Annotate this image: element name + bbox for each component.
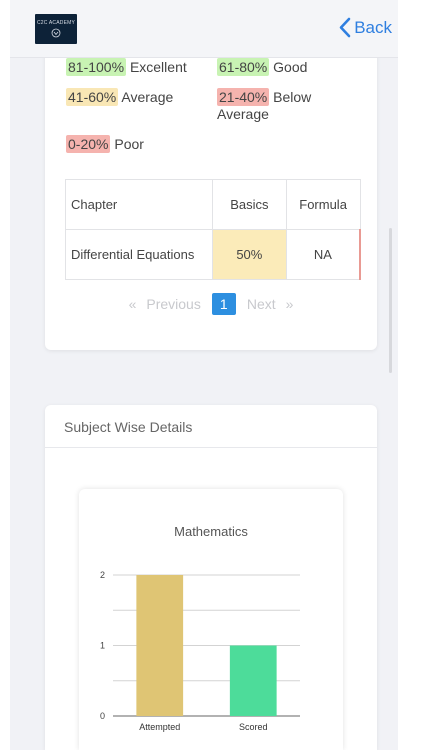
chart-bar-scored	[229, 645, 277, 716]
back-button[interactable]: Back	[338, 17, 392, 38]
chart-bar-attempted	[136, 575, 184, 716]
top-navbar: C2C ACADEMY Back	[10, 0, 398, 58]
page-scrollbar[interactable]	[389, 228, 392, 373]
subject-details-card: Subject Wise Details Mathematics 0 1 2 Attem…	[45, 405, 377, 750]
x-tick-label: Attempted	[139, 722, 180, 732]
chapter-table: Chapter Basics Formula Differential Equa…	[64, 179, 361, 280]
table-row: Differential Equations 50% NA	[64, 229, 361, 280]
legend-good: 61-80% Good	[217, 58, 308, 76]
table-header: Chapter	[64, 179, 214, 230]
y-tick-label: 0	[100, 711, 105, 721]
legend-range: 21-40%	[217, 88, 270, 106]
legend-poor: 0-20% Poor	[66, 135, 144, 153]
legend-below-average: 21-40% Below Average	[217, 88, 337, 123]
card-title: Subject Wise Details	[64, 419, 193, 435]
legend-range: 61-80%	[217, 58, 270, 76]
logo: C2C ACADEMY	[35, 14, 77, 44]
pagination-next[interactable]: Next	[247, 296, 276, 312]
pagination-first[interactable]: «	[129, 296, 137, 312]
y-tick-label: 2	[100, 570, 105, 580]
pagination-last[interactable]: »	[286, 296, 294, 312]
bar-chart: Mathematics 0 1 2 Attempted Scored	[100, 524, 300, 732]
table-header: Basics	[212, 179, 287, 230]
performance-card: 81-100% Excellent 61-80% Good 41-60% Ave…	[45, 40, 377, 350]
pagination: « Previous 1 Next »	[45, 293, 377, 315]
legend-label: Good	[273, 59, 308, 75]
card-divider	[45, 447, 377, 448]
legend-average: 41-60% Average	[66, 88, 174, 106]
table-header-row: Chapter Basics Formula	[64, 179, 361, 230]
legend-range: 41-60%	[66, 88, 119, 106]
legend-range: 0-20%	[66, 135, 111, 153]
chevron-left-icon	[339, 17, 351, 38]
pagination-current-page[interactable]: 1	[211, 293, 236, 315]
pagination-previous[interactable]: Previous	[146, 296, 200, 312]
table-header: Formula	[285, 179, 361, 230]
y-tick-label: 1	[100, 641, 105, 651]
logo-text: C2C ACADEMY	[36, 20, 76, 26]
legend-label: Excellent	[129, 59, 187, 75]
table-cell-formula: NA	[285, 229, 361, 280]
legend-label: Poor	[114, 136, 144, 152]
chart-container: Mathematics 0 1 2 Attempted Scored	[79, 489, 343, 750]
table-cell-basics: 50%	[212, 229, 287, 280]
logo-crest-icon	[51, 28, 61, 38]
legend-label: Average	[121, 89, 174, 105]
legend-range: 81-100%	[66, 58, 127, 76]
chart-title: Mathematics	[174, 524, 248, 539]
x-tick-label: Scored	[239, 722, 268, 732]
back-label: Back	[354, 17, 392, 37]
table-cell-chapter: Differential Equations	[64, 229, 214, 280]
legend-excellent: 81-100% Excellent	[66, 58, 187, 76]
